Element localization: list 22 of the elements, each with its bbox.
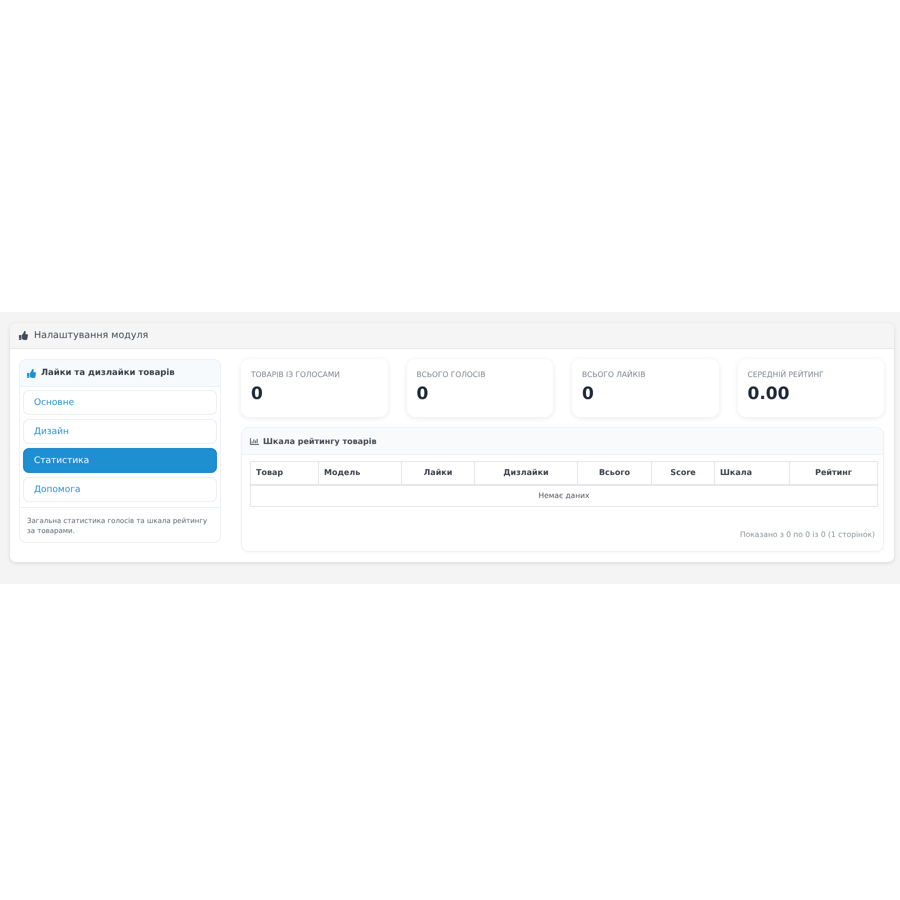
sidebar-item[interactable]: Статистика xyxy=(23,448,217,473)
stat-value: 0.00 xyxy=(748,384,790,404)
table-title: Шкала рейтингу товарів xyxy=(263,436,377,446)
thumbs-up-icon xyxy=(27,368,36,378)
column-header: Всього xyxy=(578,462,652,484)
sidebar-item[interactable]: Дизайн xyxy=(23,419,217,444)
column-header: Шкала xyxy=(714,462,790,484)
stat-value: 0 xyxy=(582,384,595,404)
thumbs-up-icon xyxy=(19,331,28,340)
column-header: Товар xyxy=(250,462,318,484)
column-header: Дизлайки xyxy=(474,462,578,484)
column-header: Лайки xyxy=(402,462,474,484)
stat-value: 0 xyxy=(416,384,430,404)
bar-chart-icon xyxy=(250,436,259,446)
sidebar-title: Лайки та дизлайки товарів xyxy=(41,368,175,378)
sidebar-item[interactable]: Основне xyxy=(23,390,217,415)
sidebar-item[interactable]: Допомога xyxy=(23,477,217,502)
column-header: Модель xyxy=(318,462,402,484)
column-header: Score xyxy=(652,462,714,484)
column-header: Рейтинг xyxy=(790,462,878,484)
panel-title: Налаштування модуля xyxy=(34,330,148,341)
stat-value: 0 xyxy=(251,384,264,404)
